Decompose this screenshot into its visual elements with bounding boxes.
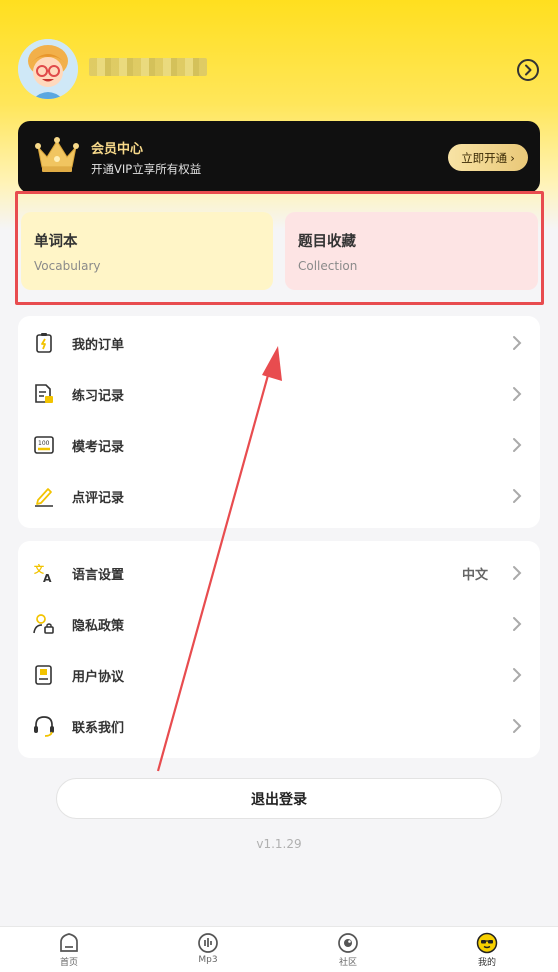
- community-icon: [338, 933, 358, 953]
- tab-label: Mp3: [198, 955, 218, 965]
- home-icon: [60, 933, 78, 952]
- audio-icon: [198, 933, 218, 953]
- annotation-arrow: [156, 346, 282, 772]
- mine-face-icon: [476, 932, 498, 954]
- tab-label: 社区: [338, 958, 357, 968]
- tab-home[interactable]: 首页: [29, 927, 109, 972]
- tab-mine[interactable]: 我的: [447, 927, 527, 972]
- bottom-tab-bar: 首页 Mp3 社区 我的: [0, 926, 558, 972]
- tab-mp3[interactable]: Mp3: [168, 927, 248, 972]
- tab-label: 我的: [477, 958, 496, 968]
- tab-community[interactable]: 社区: [308, 927, 388, 972]
- tab-label: 首页: [59, 958, 78, 968]
